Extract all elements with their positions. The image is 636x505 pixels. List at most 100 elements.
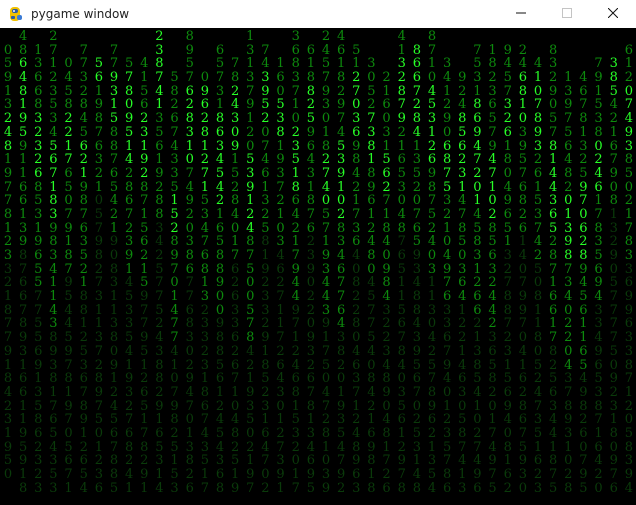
matrix-digit: 1 <box>503 357 512 373</box>
matrix-digit: 5 <box>215 425 225 441</box>
matrix-digit: 2 <box>397 439 406 455</box>
matrix-digit: 3 <box>231 302 240 318</box>
matrix-digit: 7 <box>261 42 270 58</box>
matrix-digit: 4 <box>518 56 527 72</box>
matrix-digit: 7 <box>352 384 361 400</box>
matrix-digit: 7 <box>94 124 103 140</box>
matrix-digit: 3 <box>291 70 300 86</box>
matrix-digit: 8 <box>533 330 543 346</box>
matrix-digit: 6 <box>518 412 527 428</box>
matrix-digit: 7 <box>579 453 588 469</box>
maximize-button[interactable] <box>544 0 590 28</box>
matrix-digit: 6 <box>155 425 164 441</box>
matrix-digit: 3 <box>276 384 285 400</box>
matrix-digit: 2 <box>170 220 179 236</box>
matrix-digit: 6 <box>306 220 315 236</box>
matrix-digit: 5 <box>367 83 376 99</box>
matrix-digit: 7 <box>488 165 497 181</box>
matrix-digit: 8 <box>200 384 209 400</box>
matrix-digit: 9 <box>125 111 134 127</box>
matrix-digit: 9 <box>140 330 149 346</box>
matrix-digit: 3 <box>458 261 467 277</box>
window-title: pygame window <box>31 7 130 21</box>
matrix-digit: 4 <box>291 206 300 222</box>
matrix-digit: 1 <box>382 439 391 455</box>
matrix-digit: 4 <box>125 467 134 483</box>
matrix-digit: 8 <box>473 357 482 373</box>
matrix-digit: 7 <box>64 261 73 277</box>
matrix-digit: 7 <box>200 480 209 496</box>
matrix-digit: 0 <box>624 83 633 99</box>
matrix-digit: 7 <box>291 316 300 332</box>
matrix-digit: 3 <box>503 248 512 263</box>
matrix-digit: 6 <box>261 165 270 181</box>
close-button[interactable] <box>590 0 636 28</box>
matrix-digit: 3 <box>488 261 497 277</box>
matrix-digit: 4 <box>352 165 361 181</box>
matrix-digit: 8 <box>79 302 88 318</box>
matrix-digit: 2 <box>488 206 497 222</box>
matrix-digit: 7 <box>34 302 43 318</box>
matrix-digit: 6 <box>503 206 512 222</box>
matrix-digit: 5 <box>579 480 588 496</box>
matrix-digit: 3 <box>518 467 527 482</box>
matrix-digit: 0 <box>533 275 543 291</box>
matrix-digit: 4 <box>382 289 391 305</box>
matrix-digit: 5 <box>125 56 134 72</box>
matrix-digit: 8 <box>549 248 558 263</box>
matrix-digit: 5 <box>397 302 406 318</box>
matrix-digit: 3 <box>594 111 603 127</box>
matrix-digit: 1 <box>49 179 58 195</box>
matrix-digit: 8 <box>291 56 300 72</box>
matrix-digit: 7 <box>321 70 331 86</box>
matrix-column: 79153802461783569433496538716420 <box>592 57 606 495</box>
matrix-digit: 4 <box>306 439 315 455</box>
matrix-digit: 7 <box>64 467 73 483</box>
matrix-digit: 1 <box>291 467 300 482</box>
matrix-digit: 2 <box>155 179 164 195</box>
matrix-digit: 9 <box>231 480 240 496</box>
matrix-digit: 3 <box>231 111 240 127</box>
matrix-digit: 7 <box>34 289 43 305</box>
matrix-digit: 8 <box>155 193 164 209</box>
matrix-digit: 5 <box>49 425 58 441</box>
matrix-digit: 2 <box>200 111 209 127</box>
matrix-digit: 7 <box>412 384 421 400</box>
matrix-digit: 5 <box>291 412 300 428</box>
matrix-digit: 4 <box>427 234 437 250</box>
minimize-button[interactable] <box>498 0 544 28</box>
title-bar[interactable]: pygame window <box>0 0 636 28</box>
matrix-digit: 9 <box>306 124 315 140</box>
matrix-digit: 7 <box>155 275 164 291</box>
matrix-digit: 7 <box>246 480 255 496</box>
matrix-digit: 9 <box>94 97 103 113</box>
matrix-digit: 6 <box>64 453 73 469</box>
matrix-digit: 1 <box>155 97 164 113</box>
matrix-digit: 5 <box>458 412 467 428</box>
matrix-digit: 0 <box>109 343 119 359</box>
matrix-digit: 3 <box>140 124 149 140</box>
matrix-digit: 1 <box>382 206 391 222</box>
matrix-digit: 6 <box>306 42 315 58</box>
matrix-digit: 8 <box>397 83 406 99</box>
matrix-digit: 2 <box>624 70 633 86</box>
matrix-digit: 7 <box>231 371 240 387</box>
matrix-digit: 8 <box>503 289 512 305</box>
matrix-digit: 7 <box>473 152 482 168</box>
matrix-digit: 5 <box>3 453 13 469</box>
matrix-digit: 6 <box>140 384 149 400</box>
matrix-digit: 9 <box>367 439 376 455</box>
matrix-digit: 2 <box>488 70 497 86</box>
matrix-digit: 4 <box>155 83 164 99</box>
matrix-digit: 0 <box>397 193 406 209</box>
matrix-digit: 2 <box>109 384 119 400</box>
matrix-digit: 1 <box>246 193 255 209</box>
matrix-digit: 3 <box>533 412 543 428</box>
matrix-digit: 7 <box>488 425 497 441</box>
matrix-digit: 0 <box>533 343 543 359</box>
matrix-column: 4678132597062894561165498260795 <box>576 71 590 495</box>
matrix-digit: 4 <box>458 193 467 209</box>
matrix-digit: 0 <box>94 193 103 209</box>
matrix-digit: 0 <box>352 330 361 346</box>
matrix-digit: 2 <box>64 124 73 140</box>
